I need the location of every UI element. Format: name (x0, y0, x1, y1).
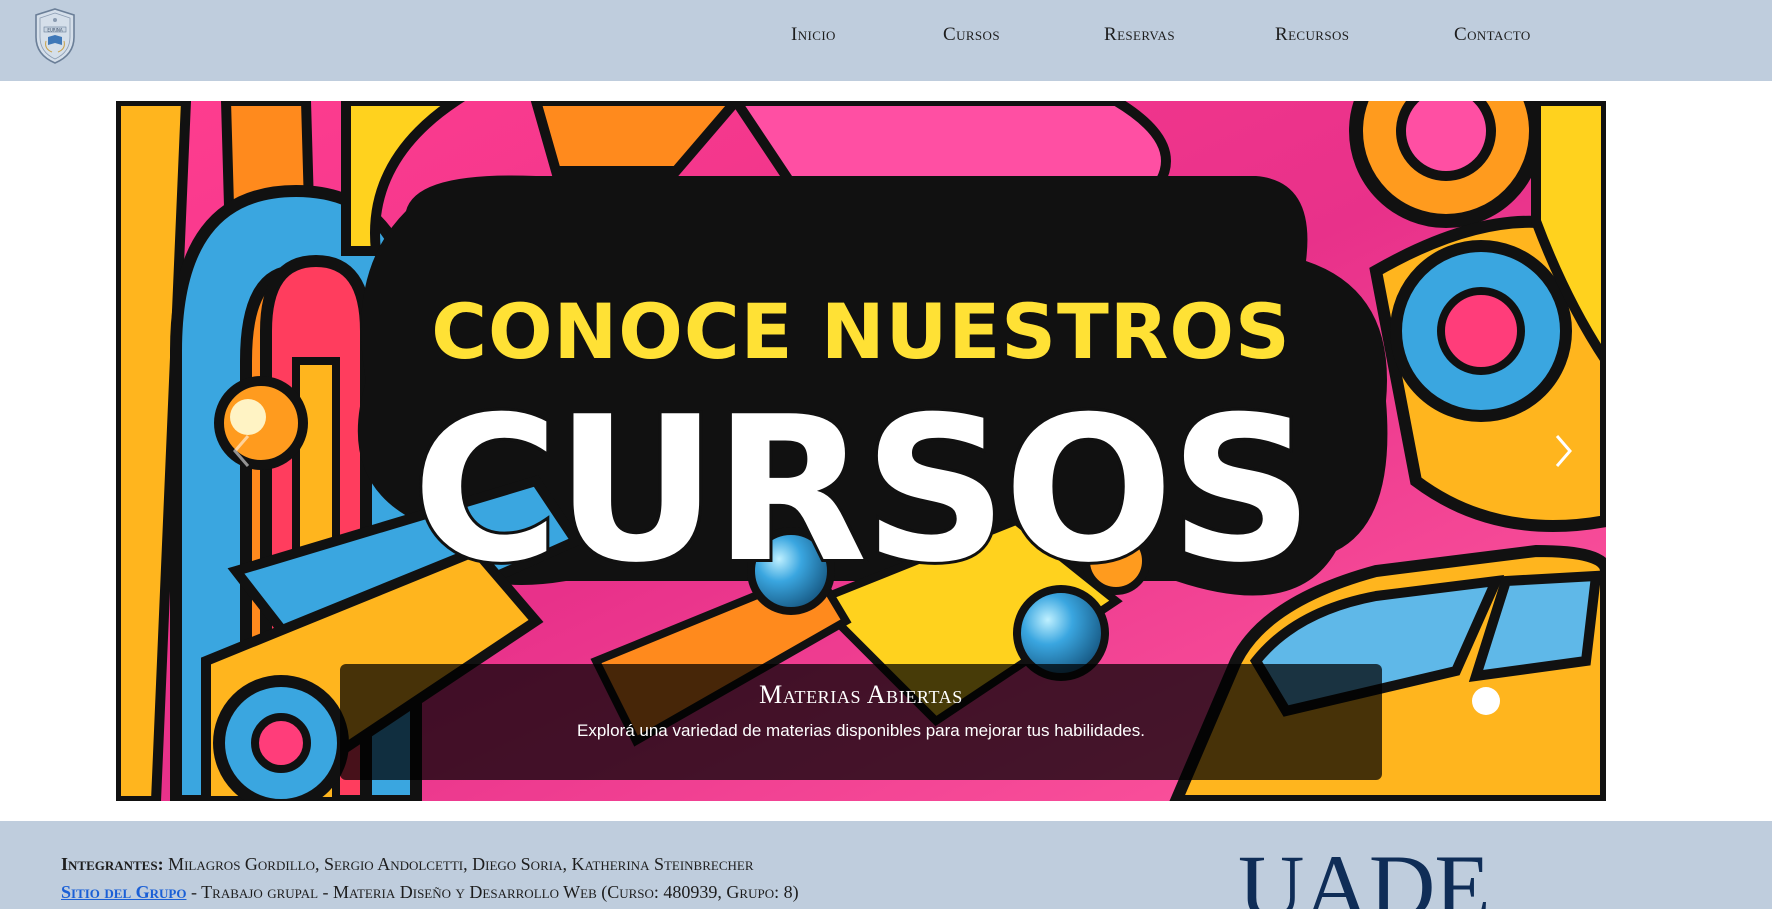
navbar: EURINA Inicio Cursos Reservas Recursos C… (0, 0, 1772, 81)
svg-text:EURINA: EURINA (47, 27, 62, 32)
uade-logo: UADE (1238, 836, 1491, 909)
carousel-prev-button[interactable] (196, 421, 286, 481)
chevron-left-icon (233, 435, 250, 467)
hero-carousel: CONOCE NUESTROS CURSOS Materias Abiertas… (116, 101, 1606, 801)
nav-contacto[interactable]: Contacto (1454, 24, 1531, 46)
footer-group-info: Sitio del Grupo - Trabajo grupal - Mater… (61, 882, 799, 903)
slide-headline-main: CURSOS (409, 374, 1316, 607)
slide-caption: Materias Abiertas Explorá una variedad d… (340, 664, 1382, 780)
caption-text: Explorá una variedad de materias disponi… (577, 721, 1145, 740)
nav-cursos[interactable]: Cursos (943, 24, 1000, 46)
nav-reservas[interactable]: Reservas (1104, 24, 1175, 46)
footer-members: Integrantes: Milagros Gordillo, Sergio A… (61, 854, 754, 875)
caption-title: Materias Abiertas (759, 680, 963, 709)
group-site-link[interactable]: Sitio del Grupo (61, 882, 186, 902)
members-label: Integrantes: (61, 854, 164, 874)
members-list: Milagros Gordillo, Sergio Andolcetti, Di… (168, 854, 754, 874)
footer: Integrantes: Milagros Gordillo, Sergio A… (0, 821, 1772, 909)
carousel-next-button[interactable] (1519, 421, 1606, 481)
nav-inicio[interactable]: Inicio (791, 24, 836, 46)
group-info-text: - Trabajo grupal - Materia Diseño y Desa… (186, 882, 799, 902)
chevron-right-icon (1555, 435, 1572, 467)
nav-recursos[interactable]: Recursos (1275, 24, 1349, 46)
university-crest-icon[interactable]: EURINA (32, 7, 78, 65)
slide-headline-top: CONOCE NUESTROS (430, 286, 1291, 378)
